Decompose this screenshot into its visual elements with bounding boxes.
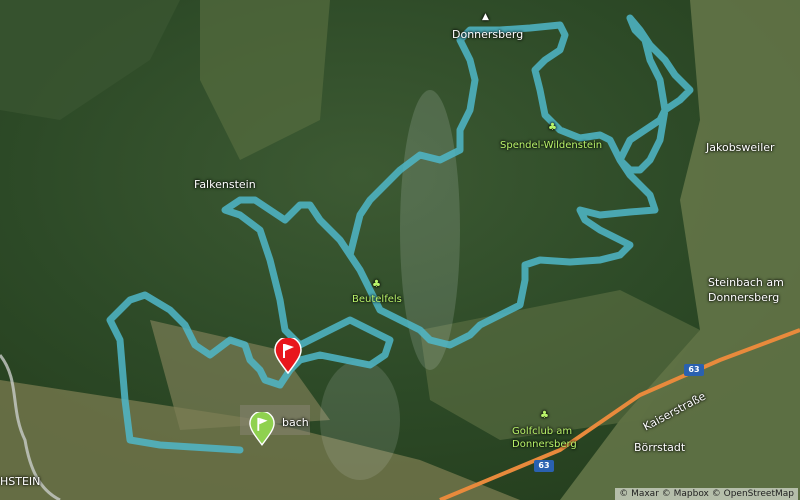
place-label-steinbach-line2: Donnersberg bbox=[708, 291, 780, 304]
place-label-golfclub-line1: Golfclub am bbox=[512, 426, 573, 437]
place-label-village: bach bbox=[282, 416, 309, 429]
place-label-donnersberg: Donnersberg bbox=[452, 28, 524, 41]
place-label-hstein: HSTEIN bbox=[0, 475, 41, 488]
highway-shield-a63: 63 bbox=[684, 364, 704, 376]
summit-icon: ▲ bbox=[482, 12, 489, 22]
tree-icon: ♣ bbox=[548, 122, 557, 133]
place-label-spendel-wildenstein: Spendel-Wildenstein bbox=[500, 140, 603, 151]
golf-icon: ♣ bbox=[540, 410, 549, 421]
highway-shield-a63: 63 bbox=[534, 460, 554, 472]
place-label-beutelfels: Beutelfels bbox=[352, 294, 402, 305]
place-label-falkenstein: Falkenstein bbox=[194, 178, 256, 191]
start-flag-marker-icon[interactable] bbox=[249, 412, 275, 446]
satellite-imagery bbox=[0, 0, 800, 500]
map-view[interactable]: Donnersberg ▲ Spendel-Wildenstein ♣ Jako… bbox=[0, 0, 800, 500]
tree-icon: ♣ bbox=[372, 279, 381, 290]
place-label-boerrstadt: Börrstadt bbox=[634, 441, 686, 454]
place-label-golfclub-line2: Donnersberg bbox=[512, 439, 577, 450]
map-attribution[interactable]: © Maxar © Mapbox © OpenStreetMap bbox=[615, 488, 798, 500]
finish-flag-marker-icon[interactable] bbox=[274, 338, 302, 374]
place-label-steinbach-line1: Steinbach am bbox=[708, 276, 784, 289]
place-label-jakobsweiler: Jakobsweiler bbox=[706, 141, 775, 154]
